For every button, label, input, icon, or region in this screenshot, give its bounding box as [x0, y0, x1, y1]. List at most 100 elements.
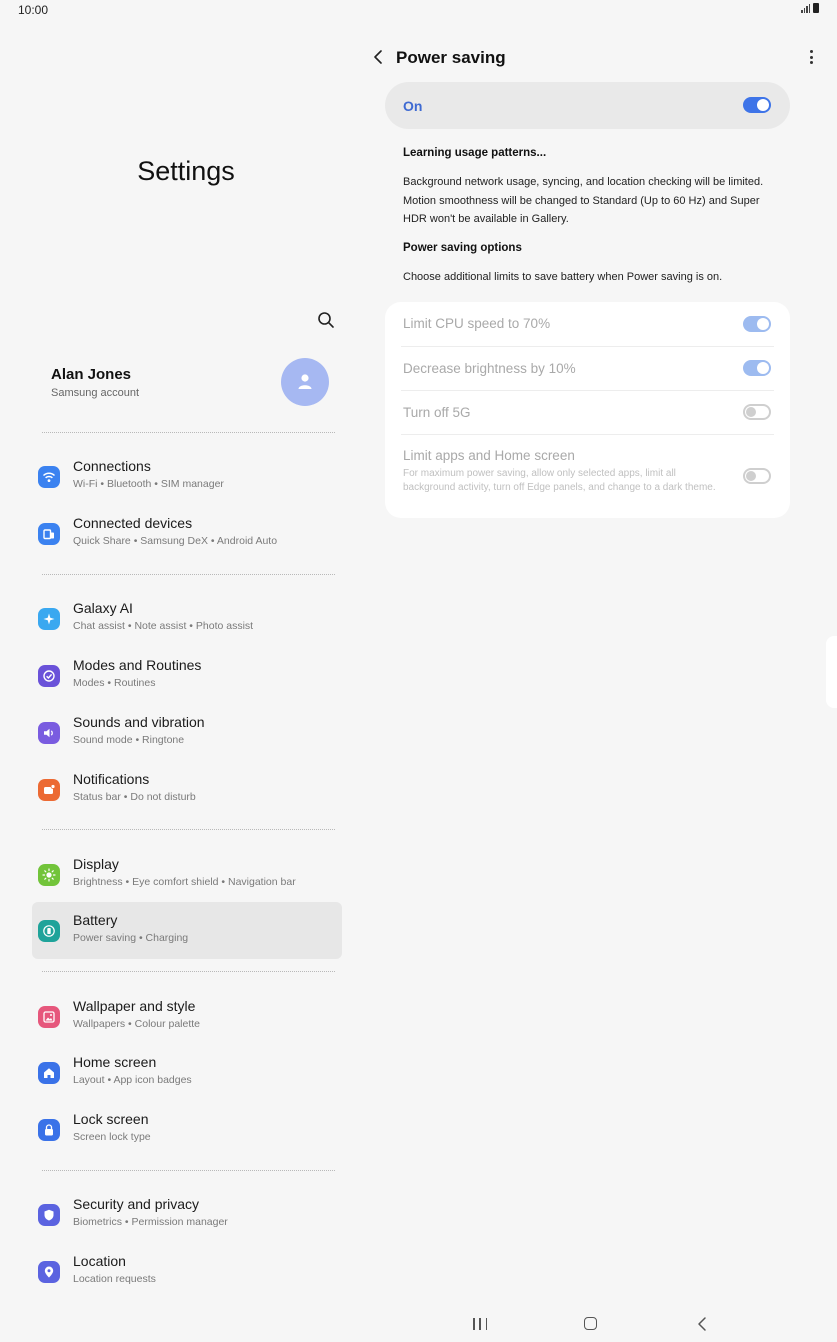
check-circle-icon: [38, 665, 60, 687]
account-profile[interactable]: Alan Jones Samsung account: [32, 348, 342, 418]
recent-apps-icon[interactable]: [473, 1318, 487, 1330]
divider: [42, 432, 335, 433]
menu-item-label: Location: [73, 1253, 126, 1269]
home-icon: [38, 1062, 60, 1084]
menu-item-subtitle: Quick Share • Samsung DeX • Android Auto: [73, 535, 278, 547]
home-button-icon[interactable]: [584, 1317, 597, 1330]
bell-badge-icon: [38, 779, 60, 801]
menu-item-subtitle: Biometrics • Permission manager: [73, 1216, 228, 1228]
option-label: Turn off 5G: [403, 405, 471, 420]
menu-item-location[interactable]: Location Location requests: [32, 1243, 342, 1300]
signal-icon: [801, 3, 810, 13]
menu-item-connected-devices[interactable]: Connected devices Quick Share • Samsung …: [32, 505, 342, 562]
settings-list-pane: Settings Alan Jones Samsung account Conn…: [0, 20, 372, 1310]
master-switch-label: On: [403, 98, 423, 114]
divider: [42, 971, 335, 972]
divider: [42, 829, 335, 830]
speaker-icon: [38, 722, 60, 744]
option-label: Limit CPU speed to 70%: [403, 316, 551, 331]
divider: [42, 1170, 335, 1171]
menu-item-notifications[interactable]: Notifications Status bar • Do not distur…: [32, 761, 342, 818]
menu-item-display[interactable]: Display Brightness • Eye comfort shield …: [32, 846, 342, 903]
menu-item-subtitle: Status bar • Do not disturb: [73, 791, 196, 803]
menu-item-label: Wallpaper and style: [73, 998, 196, 1014]
power-saving-pane: Power saving On Learning usage patterns.…: [372, 20, 837, 1310]
menu-item-label: Display: [73, 856, 119, 872]
wifi-icon: [38, 466, 60, 488]
option-description: For maximum power saving, allow only sel…: [403, 468, 716, 493]
divider: [42, 574, 335, 575]
status-bar: 10:00: [0, 0, 837, 20]
sparkle-icon: [38, 608, 60, 630]
menu-item-subtitle: Sound mode • Ringtone: [73, 734, 185, 746]
status-time: 10:00: [18, 3, 49, 17]
menu-item-label: Notifications: [73, 771, 150, 787]
menu-item-lock-screen[interactable]: Lock screen Screen lock type: [32, 1101, 342, 1158]
menu-item-modes-and-routines[interactable]: Modes and Routines Modes • Routines: [32, 647, 342, 704]
master-switch-card[interactable]: On: [385, 82, 790, 129]
navigation-bar: [0, 1310, 837, 1342]
options-text: Choose additional limits to save battery…: [403, 271, 723, 283]
menu-item-subtitle: Brightness • Eye comfort shield • Naviga…: [73, 876, 296, 888]
menu-item-subtitle: Wallpapers • Colour palette: [73, 1018, 201, 1030]
option-label: Limit apps and Home screen: [403, 448, 575, 463]
more-options-icon[interactable]: [808, 48, 814, 66]
description-text: Background network usage, syncing, and l…: [403, 176, 764, 225]
menu-item-label: Security and privacy: [73, 1196, 200, 1212]
person-icon: [298, 374, 312, 389]
settings-title: Settings: [137, 156, 235, 186]
profile-name: Alan Jones: [51, 366, 132, 383]
option-label: Decrease brightness by 10%: [403, 361, 576, 376]
menu-item-subtitle: Layout • App icon badges: [73, 1074, 192, 1086]
menu-item-galaxy-ai[interactable]: Galaxy AI Chat assist • Note assist • Ph…: [32, 590, 342, 647]
menu-item-label: Home screen: [73, 1054, 157, 1070]
menu-item-security-and-privacy[interactable]: Security and privacy Biometrics • Permis…: [32, 1186, 342, 1243]
devices-icon: [38, 523, 60, 545]
menu-item-home-screen[interactable]: Home screen Layout • App icon badges: [32, 1044, 342, 1101]
menu-item-subtitle: Power saving • Charging: [73, 932, 189, 944]
menu-item-subtitle: Screen lock type: [73, 1131, 151, 1143]
back-arrow-icon[interactable]: [372, 47, 386, 67]
menu-item-subtitle: Wi-Fi • Bluetooth • SIM manager: [73, 478, 224, 490]
menu-item-connections[interactable]: Connections Wi-Fi • Bluetooth • SIM mana…: [32, 448, 342, 505]
battery-icon: [38, 920, 60, 942]
edge-panel-handle[interactable]: [826, 636, 837, 708]
menu-item-label: Connections: [73, 458, 151, 474]
menu-item-subtitle: Location requests: [73, 1273, 156, 1285]
option-decrease-brightness[interactable]: Decrease brightness by 10%: [385, 346, 790, 390]
option-toggle[interactable]: [743, 316, 771, 332]
menu-item-label: Lock screen: [73, 1111, 149, 1127]
options-card: Limit CPU speed to 70% Decrease brightne…: [385, 302, 790, 518]
option-limit-apps[interactable]: Limit apps and Home screen For maximum p…: [385, 434, 790, 518]
battery-status-icon: [813, 3, 819, 13]
menu-item-sounds-and-vibration[interactable]: Sounds and vibration Sound mode • Ringto…: [32, 704, 342, 761]
shield-icon: [38, 1204, 60, 1226]
location-pin-icon: [38, 1261, 60, 1283]
menu-item-label: Battery: [73, 912, 118, 928]
search-icon[interactable]: [316, 310, 336, 330]
option-toggle[interactable]: [743, 360, 771, 376]
menu-item-battery[interactable]: Battery Power saving • Charging: [32, 902, 342, 959]
lock-icon: [38, 1119, 60, 1141]
profile-subtitle: Samsung account: [51, 387, 140, 399]
menu-item-label: Modes and Routines: [73, 657, 202, 673]
menu-item-label: Sounds and vibration: [73, 714, 205, 730]
option-turn-off-5g[interactable]: Turn off 5G: [385, 390, 790, 434]
status-icons: [801, 3, 819, 13]
menu-item-subtitle: Modes • Routines: [73, 677, 156, 689]
menu-item-wallpaper-and-style[interactable]: Wallpaper and style Wallpapers • Colour …: [32, 988, 342, 1045]
nav-back-icon[interactable]: [697, 1316, 707, 1332]
options-heading: Power saving options: [403, 242, 522, 254]
sun-icon: [38, 864, 60, 886]
option-toggle[interactable]: [743, 468, 771, 484]
menu-item-subtitle: Chat assist • Note assist • Photo assist: [73, 620, 254, 632]
menu-item-label: Connected devices: [73, 515, 193, 531]
option-limit-cpu[interactable]: Limit CPU speed to 70%: [385, 302, 790, 346]
page-title: Power saving: [396, 48, 506, 67]
avatar[interactable]: [281, 358, 329, 406]
status-heading: Learning usage patterns...: [403, 147, 547, 159]
menu-item-label: Galaxy AI: [73, 600, 133, 616]
option-toggle[interactable]: [743, 404, 771, 420]
image-icon: [38, 1006, 60, 1028]
master-toggle[interactable]: [743, 97, 771, 113]
